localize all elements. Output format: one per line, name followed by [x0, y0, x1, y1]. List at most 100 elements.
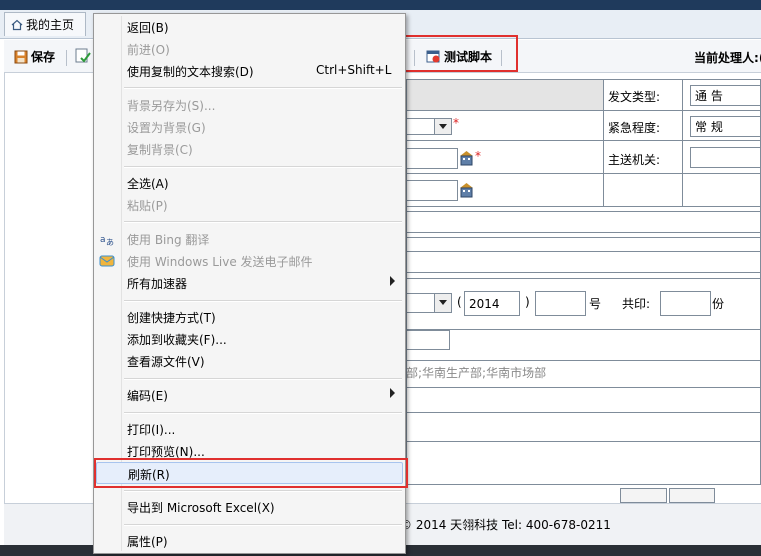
menu-item-shortcut: Ctrl+Shift+L: [316, 63, 392, 77]
dropdown-arrow-icon[interactable]: [434, 119, 451, 134]
menu-item-back[interactable]: 返回(B): [94, 16, 405, 38]
form-cell: [603, 173, 683, 207]
menu-item-add-favorites[interactable]: 添加到收藏夹(F)...: [94, 328, 405, 350]
menu-item-search-copied-text[interactable]: 使用复制的文本搜索(D) Ctrl+Shift+L: [94, 60, 405, 82]
doc-type-select[interactable]: 通 告: [690, 85, 761, 106]
current-handler-label: 当前处理人:(: [694, 49, 761, 66]
form-button[interactable]: [620, 488, 667, 503]
menu-item-label: 粘贴(P): [127, 199, 168, 213]
next-action-icon[interactable]: [74, 47, 92, 65]
urgency-label: 紧急程度:: [608, 121, 661, 135]
menu-item-label: 查看源文件(V): [127, 355, 205, 369]
left-pane: [4, 73, 95, 503]
doc-number-input[interactable]: [535, 291, 586, 316]
form-row: [406, 329, 761, 361]
form-row: [406, 387, 761, 413]
org-picker-icon[interactable]: [459, 182, 474, 198]
menu-item-label: 返回(B): [127, 21, 169, 35]
recipient-input[interactable]: [690, 147, 761, 168]
window-top-bar: [0, 0, 761, 10]
menu-item-forward[interactable]: 前进(O): [94, 38, 405, 60]
submenu-arrow-icon: [390, 276, 395, 286]
menu-separator: [124, 87, 402, 89]
floppy-save-icon: [14, 50, 28, 63]
menu-item-label: 前进(O): [127, 43, 170, 57]
svg-text:a: a: [100, 235, 106, 245]
menu-item-label: 创建快捷方式(T): [127, 311, 216, 325]
recipient-label: 主送机关:: [608, 153, 661, 167]
number-unit: 号: [589, 297, 602, 311]
home-icon: [11, 19, 23, 30]
menu-item-select-all[interactable]: 全选(A): [94, 172, 405, 194]
highlight-box-refresh: [94, 458, 408, 488]
save-button[interactable]: 保存: [14, 48, 55, 65]
menu-item-copy-background[interactable]: 复制背景(C): [94, 138, 405, 160]
form-button[interactable]: [669, 488, 715, 503]
menu-item-encoding[interactable]: 编码(E): [94, 384, 405, 406]
menu-item-export-excel[interactable]: 导出到 Microsoft Excel(X): [94, 496, 405, 518]
menu-item-label: 背景另存为(S)...: [127, 99, 216, 113]
menu-item-paste[interactable]: 粘贴(P): [94, 194, 405, 216]
text-input[interactable]: [406, 148, 458, 169]
year-input[interactable]: 2014: [464, 291, 520, 316]
menu-item-print[interactable]: 打印(I)...: [94, 418, 405, 440]
menu-item-create-shortcut[interactable]: 创建快捷方式(T): [94, 306, 405, 328]
text-input[interactable]: [406, 180, 458, 201]
svg-text:あ: あ: [106, 238, 114, 247]
menu-item-label: 使用复制的文本搜索(D): [127, 65, 254, 79]
menu-separator: [124, 490, 402, 492]
copies-unit: 份: [712, 297, 725, 311]
doc-type-label: 发文类型:: [608, 90, 661, 104]
menu-item-label: 打印(I)...: [127, 423, 176, 437]
menu-separator: [124, 412, 402, 414]
menu-item-label: 设置为背景(G): [127, 121, 206, 135]
menu-separator: [124, 221, 402, 223]
menu-item-label: 属性(P): [127, 535, 168, 549]
menu-item-label: 编码(E): [127, 389, 168, 403]
email-icon: [99, 255, 115, 267]
year-close-paren: ): [525, 295, 530, 309]
menu-item-label: 所有加速器: [127, 277, 188, 291]
menu-item-save-background[interactable]: 背景另存为(S)...: [94, 94, 405, 116]
doc-prefix-select[interactable]: [406, 293, 452, 313]
tab-home-label: 我的主页: [26, 18, 75, 32]
menu-item-live-email[interactable]: 使用 Windows Live 发送电子邮件: [94, 250, 405, 272]
title-input[interactable]: [406, 211, 761, 233]
form-row: [406, 441, 761, 485]
required-mark: *: [475, 149, 481, 163]
text-input[interactable]: [406, 330, 450, 350]
menu-item-properties[interactable]: 属性(P): [94, 530, 405, 552]
tab-home[interactable]: 我的主页: [4, 12, 86, 36]
departments-text: 部;华南生产部;华南市场部: [406, 366, 547, 380]
translate-icon: aあ: [100, 235, 114, 247]
highlight-box-test-script: [396, 35, 518, 72]
menu-separator: [124, 300, 402, 302]
copies-input[interactable]: [660, 291, 711, 316]
menu-item-label: 使用 Windows Live 发送电子邮件: [127, 255, 313, 269]
document-form: 发文类型: 通 告 * 紧急程度: 常 规 * 主送机关: ( 2014 ) 号…: [400, 79, 761, 503]
menu-separator: [124, 378, 402, 380]
menu-item-label: 复制背景(C): [127, 143, 193, 157]
org-picker-icon[interactable]: [459, 150, 474, 166]
menu-item-view-source[interactable]: 查看源文件(V): [94, 350, 405, 372]
menu-item-label: 使用 Bing 翻译: [127, 233, 210, 247]
print-count-label: 共印:: [622, 297, 651, 311]
urgency-select[interactable]: 常 规: [690, 116, 761, 137]
year-open-paren: (: [457, 295, 462, 309]
menu-item-label: 全选(A): [127, 177, 169, 191]
save-label: 保存: [31, 50, 56, 64]
menu-item-label: 添加到收藏夹(F)...: [127, 333, 227, 347]
menu-item-label: 导出到 Microsoft Excel(X): [127, 501, 275, 515]
text-input[interactable]: [406, 251, 761, 273]
required-mark: *: [453, 116, 459, 130]
form-cell: [682, 173, 761, 207]
menu-item-bing-translate[interactable]: aあ 使用 Bing 翻译: [94, 228, 405, 250]
form-row: [406, 412, 761, 442]
toolbar-separator: [66, 50, 67, 66]
submenu-arrow-icon: [390, 388, 395, 398]
menu-item-set-background[interactable]: 设置为背景(G): [94, 116, 405, 138]
form-header-cell: [406, 79, 604, 111]
dropdown-arrow-icon[interactable]: [434, 294, 451, 312]
menu-item-all-accelerators[interactable]: 所有加速器: [94, 272, 405, 294]
urgency-left-select[interactable]: [406, 118, 452, 135]
